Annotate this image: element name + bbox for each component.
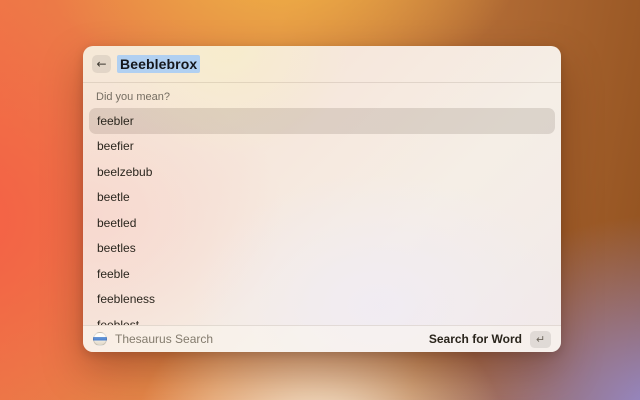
window-header: ← Beeblebrox [83, 46, 561, 83]
thesaurus-search-window: ← Beeblebrox Did you mean? feebler beefi… [83, 46, 561, 352]
back-button[interactable]: ← [92, 55, 111, 73]
list-item[interactable]: beetles [89, 236, 555, 262]
list-item-label: beetled [97, 216, 136, 230]
return-key-badge: ↵ [530, 331, 551, 348]
window-footer: Thesaurus Search Search for Word ↵ [83, 325, 561, 352]
list-item[interactable]: feeble [89, 261, 555, 287]
list-item[interactable]: feebler [89, 108, 555, 134]
list-item-label: beelzebub [97, 165, 152, 179]
list-item-label: feeble [97, 267, 130, 281]
list-item[interactable]: feebleness [89, 287, 555, 313]
suggestion-rows: feebler beefier beelzebub beetle beetled… [89, 108, 555, 325]
suggestion-list: Did you mean? feebler beefier beelzebub … [83, 83, 561, 325]
list-item-label: beefier [97, 139, 134, 153]
list-item-label: feeblest [97, 318, 139, 325]
list-item[interactable]: beelzebub [89, 159, 555, 185]
footer-app-label: Thesaurus Search [115, 332, 421, 346]
selected-query-text: Beeblebrox [117, 55, 200, 73]
desktop-wallpaper: ← Beeblebrox Did you mean? feebler beefi… [0, 0, 640, 400]
list-item[interactable]: beefier [89, 134, 555, 160]
search-for-word-button[interactable]: Search for Word ↵ [429, 331, 551, 348]
list-item-label: feebleness [97, 292, 155, 306]
list-item-label: feebler [97, 114, 134, 128]
list-item[interactable]: beetled [89, 210, 555, 236]
back-arrow-icon: ← [96, 58, 106, 70]
dictionary-app-icon [93, 332, 107, 346]
list-item[interactable]: beetle [89, 185, 555, 211]
list-item[interactable]: feeblest [89, 312, 555, 325]
search-query-input[interactable]: Beeblebrox [117, 55, 200, 73]
list-item-label: beetles [97, 241, 136, 255]
section-header: Did you mean? [96, 91, 555, 103]
action-label: Search for Word [429, 332, 522, 346]
list-item-label: beetle [97, 190, 130, 204]
